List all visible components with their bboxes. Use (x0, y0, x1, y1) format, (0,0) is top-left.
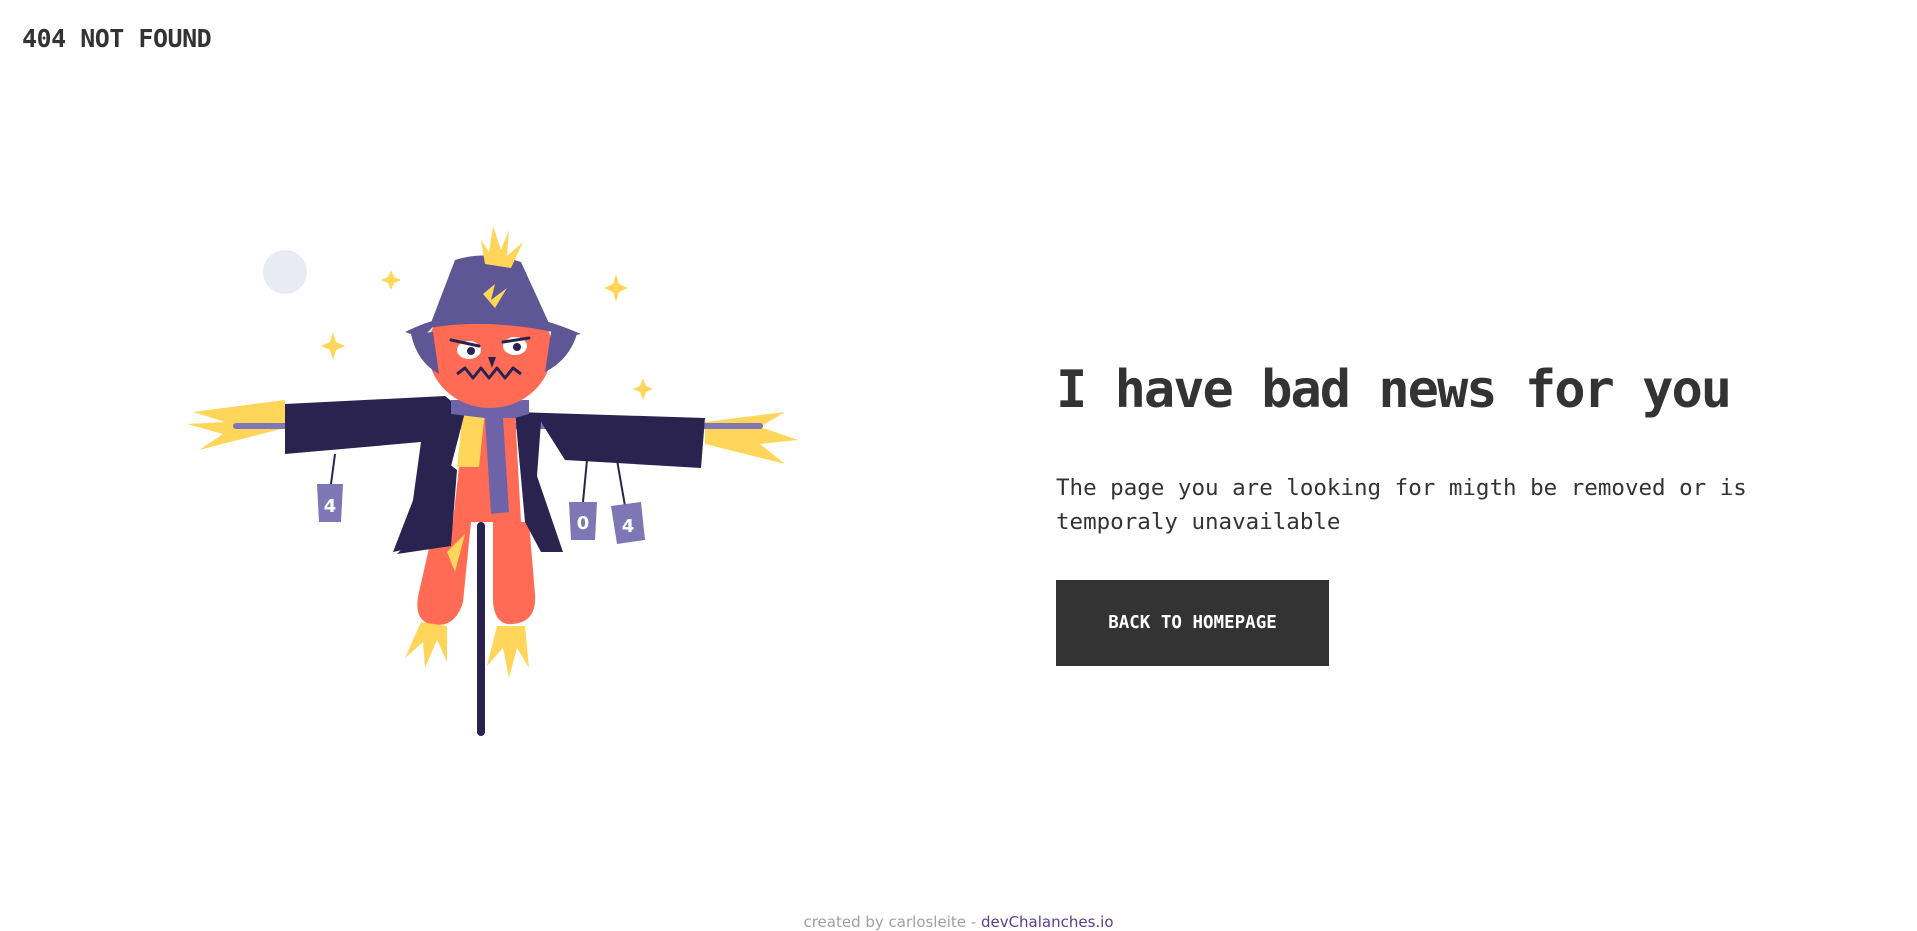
footer-credit: created by carlosleite - (803, 913, 981, 931)
straw-right (705, 412, 798, 464)
pole (477, 522, 485, 736)
scarecrow-illustration: 4 0 4 (185, 222, 805, 742)
footer: created by carlosleite - devChalanches.i… (0, 913, 1917, 931)
can-middle: 0 (569, 502, 597, 540)
star-icon (633, 378, 653, 400)
star-icon (321, 332, 345, 360)
page-title: 404 NOT FOUND (22, 24, 212, 53)
can-label: 0 (577, 513, 590, 534)
can-label: 4 (324, 496, 337, 517)
star-icon (381, 270, 401, 290)
leg-right (493, 522, 536, 625)
footer-link[interactable]: devChalanches.io (981, 913, 1114, 931)
can-left: 4 (317, 484, 343, 522)
star-icon (604, 274, 628, 302)
error-message: The page you are looking for migth be re… (1056, 475, 1747, 535)
can-label: 4 (622, 516, 635, 537)
moon-icon (263, 250, 307, 294)
can-right: 4 (611, 502, 645, 544)
error-content: I have bad news for you The page you are… (1056, 355, 1816, 666)
error-headline: I have bad news for you (1056, 360, 1732, 420)
back-to-homepage-button[interactable]: BACK TO HOMEPAGE (1056, 580, 1329, 666)
